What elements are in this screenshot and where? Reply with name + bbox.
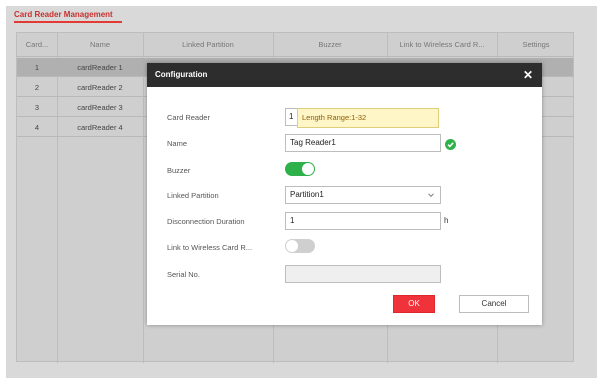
serial-no-input	[285, 265, 441, 283]
name-label: Name	[167, 139, 188, 148]
configuration-dialog: Configuration ✕ Card Reader 1 Length Ran…	[147, 63, 542, 325]
link-wireless-toggle[interactable]	[285, 239, 315, 253]
serial-no-label: Serial No.	[167, 270, 200, 279]
disconnection-duration-label: Disconnection Duration	[167, 217, 245, 226]
duration-unit: h	[444, 216, 449, 225]
dialog-title: Configuration	[155, 70, 208, 79]
disconnection-duration-input[interactable]: 1	[285, 212, 441, 230]
modal-overlay: Configuration ✕ Card Reader 1 Length Ran…	[0, 0, 603, 384]
linked-partition-label: Linked Partition	[167, 191, 219, 200]
check-circle-icon	[445, 139, 456, 150]
dialog-header: Configuration ✕	[147, 63, 542, 87]
linked-partition-select[interactable]: Partition1	[285, 186, 441, 204]
link-wireless-label: Link to Wireless Card R...	[167, 243, 253, 252]
toggle-knob	[286, 240, 298, 252]
linked-partition-value: Partition1	[290, 190, 324, 199]
card-reader-label: Card Reader	[167, 113, 210, 122]
ok-button[interactable]: OK	[393, 295, 435, 313]
buzzer-toggle[interactable]	[285, 162, 315, 176]
length-range-tooltip: Length Range:1-32	[297, 108, 439, 128]
close-icon[interactable]: ✕	[521, 68, 535, 82]
buzzer-label: Buzzer	[167, 166, 191, 175]
name-input[interactable]: Tag Reader1	[285, 134, 441, 152]
toggle-knob	[302, 163, 314, 175]
chevron-down-icon	[428, 193, 434, 198]
cancel-button[interactable]: Cancel	[459, 295, 529, 313]
